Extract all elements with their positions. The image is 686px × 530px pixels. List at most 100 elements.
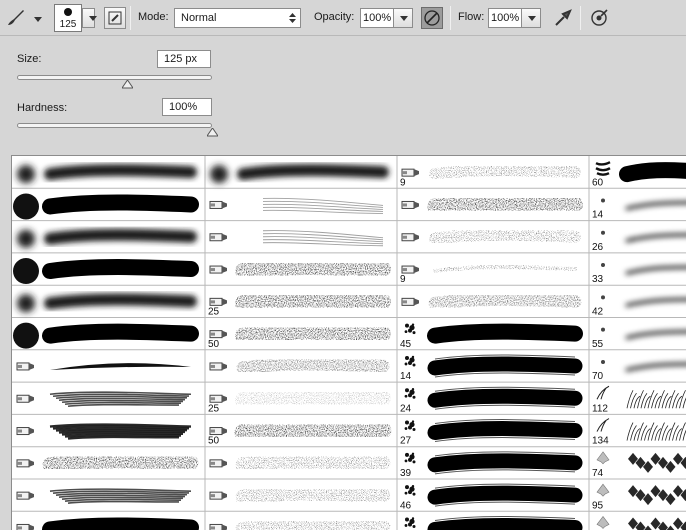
opacity-value: 100% — [363, 12, 392, 24]
stroke-preview — [235, 388, 391, 409]
brush-size-label: 46 — [400, 500, 412, 511]
brush-preset-tile[interactable]: 70 — [592, 359, 686, 382]
brush-preset-tile[interactable]: 39 — [400, 451, 583, 479]
hardness-field[interactable]: 100% — [162, 98, 212, 116]
brush-preset-tile[interactable]: 112 — [592, 385, 686, 414]
hardness-slider-track[interactable] — [17, 123, 212, 128]
brush-preset-picker[interactable]: 125 — [54, 4, 82, 32]
brush-size-label: 95 — [592, 500, 604, 511]
size-slider-track[interactable] — [17, 75, 212, 80]
brush-preset-tile[interactable] — [209, 230, 384, 247]
flow-field[interactable]: 100% — [488, 8, 522, 28]
pressure-opacity-icon[interactable] — [421, 7, 443, 29]
brush-size-label: 9 — [400, 177, 406, 188]
brush-preset-tile[interactable]: 25 — [208, 388, 391, 414]
brush-preset-tile[interactable] — [13, 258, 199, 285]
airbrush-icon[interactable] — [552, 7, 574, 29]
size-field[interactable]: 125 px — [157, 50, 211, 68]
stroke-preview — [427, 515, 583, 530]
brush-preset-tile[interactable]: 9 — [400, 265, 577, 285]
brush-preset-tile[interactable]: 60 — [592, 161, 686, 188]
brush-preset-tile[interactable]: 26 — [592, 230, 686, 253]
brush-preset-tile[interactable]: 50 — [208, 420, 392, 447]
size-slider-handle[interactable] — [121, 79, 134, 91]
brush-preset-tile[interactable]: 24 — [400, 386, 583, 414]
brush-preset-tile[interactable] — [209, 357, 390, 375]
toolbar-divider — [450, 6, 451, 30]
stroke-preview — [235, 291, 391, 312]
brush-preset-tile[interactable]: 33 — [592, 263, 686, 285]
brush-preset-tile[interactable] — [209, 259, 391, 280]
brush-size-label: 27 — [400, 436, 412, 447]
airbrush-angle-icon — [209, 427, 227, 436]
stroke-preview — [433, 265, 577, 274]
brush-preset-tile[interactable] — [17, 293, 197, 313]
brush-preset-tile[interactable]: 95 — [592, 483, 686, 511]
brush-preset-tile[interactable]: 25 — [208, 291, 391, 318]
opacity-label: Opacity: — [314, 11, 355, 23]
erodible-point-icon — [209, 200, 227, 209]
brush-size-readout: 125 — [59, 19, 77, 30]
brush-preset-tile[interactable] — [16, 453, 199, 473]
brush-preset-grid[interactable]: 25 50 25 50 9 9 45 14 24 27 39 46 59 60 14 26 33 42 55 70 11… — [11, 155, 686, 530]
brush-preset-tile[interactable] — [596, 515, 686, 530]
brush-preset-tile[interactable] — [17, 164, 197, 184]
brush-preset-tile[interactable]: 27 — [400, 419, 583, 447]
brush-size-label: 9 — [400, 274, 406, 285]
opacity-dropdown-button[interactable] — [393, 8, 413, 28]
brush-preset-tile[interactable] — [401, 292, 582, 310]
stroke-preview — [42, 323, 199, 344]
leaf-icon — [596, 451, 610, 465]
brush-preset-tile[interactable]: 9 — [400, 164, 581, 188]
brush-preset-tile[interactable] — [209, 453, 391, 473]
blend-mode-select[interactable]: Normal — [174, 8, 301, 28]
dot-icon — [601, 263, 605, 268]
dot-icon — [601, 295, 605, 300]
flow-dropdown-button[interactable] — [521, 8, 541, 28]
brush-preset-tile[interactable] — [401, 194, 583, 215]
brush-preset-tile[interactable]: 59 — [400, 515, 583, 530]
brush-preset-tile[interactable] — [209, 197, 384, 214]
hardness-value: 100% — [169, 101, 198, 113]
toolbar-divider — [130, 6, 131, 30]
brush-preset-tile[interactable]: 134 — [592, 418, 686, 447]
brush-preset-tile[interactable]: 55 — [592, 327, 686, 350]
brush-preset-tile[interactable]: 45 — [400, 323, 583, 350]
brush-preset-tile[interactable] — [16, 362, 191, 371]
brush-preset-tile[interactable]: 14 — [400, 354, 583, 382]
stroke-preview — [42, 194, 199, 215]
brush-size-label: 25 — [208, 307, 220, 318]
stroke-preview — [44, 164, 197, 181]
brush-preset-tile[interactable] — [209, 485, 391, 505]
splatter-icon — [404, 452, 416, 464]
brush-preset-tile[interactable]: 14 — [592, 198, 686, 221]
brush-preset-tile[interactable] — [17, 228, 197, 248]
pressure-size-icon[interactable] — [588, 7, 610, 29]
brush-preset-tile[interactable]: 50 — [208, 323, 391, 350]
brush-preset-tile[interactable] — [13, 193, 199, 220]
brush-preset-tile[interactable] — [210, 164, 389, 184]
brush-preset-tile[interactable]: 46 — [400, 483, 583, 511]
brush-size-label: 42 — [592, 307, 604, 318]
splatter-icon — [404, 323, 416, 335]
grass-icon — [596, 385, 610, 400]
tool-preset-chevron-icon[interactable] — [34, 14, 42, 22]
brush-preset-tile[interactable] — [16, 391, 192, 408]
brush-preset-dropdown-button[interactable] — [82, 8, 97, 28]
brush-preset-tile[interactable] — [401, 228, 581, 245]
airbrush-angle-icon — [209, 459, 227, 468]
brush-preset-tile[interactable] — [16, 423, 192, 440]
hardness-slider-handle[interactable] — [205, 127, 219, 139]
brush-preset-tile[interactable] — [16, 488, 192, 504]
brush-panel-toggle-icon[interactable] — [104, 7, 126, 29]
brush-preset-tile[interactable]: 74 — [592, 451, 686, 479]
opacity-field[interactable]: 100% — [360, 8, 394, 28]
brush-preset-tile[interactable] — [13, 322, 199, 349]
brush-preset-tile[interactable] — [16, 517, 199, 530]
brush-preset-tile[interactable] — [209, 517, 391, 530]
dot-icon — [601, 198, 605, 203]
brush-preset-tile[interactable]: 42 — [592, 295, 686, 318]
soft-round-icon — [17, 294, 35, 313]
brush-tool-icon[interactable] — [5, 6, 27, 28]
airbrush-angle-icon — [209, 394, 227, 403]
